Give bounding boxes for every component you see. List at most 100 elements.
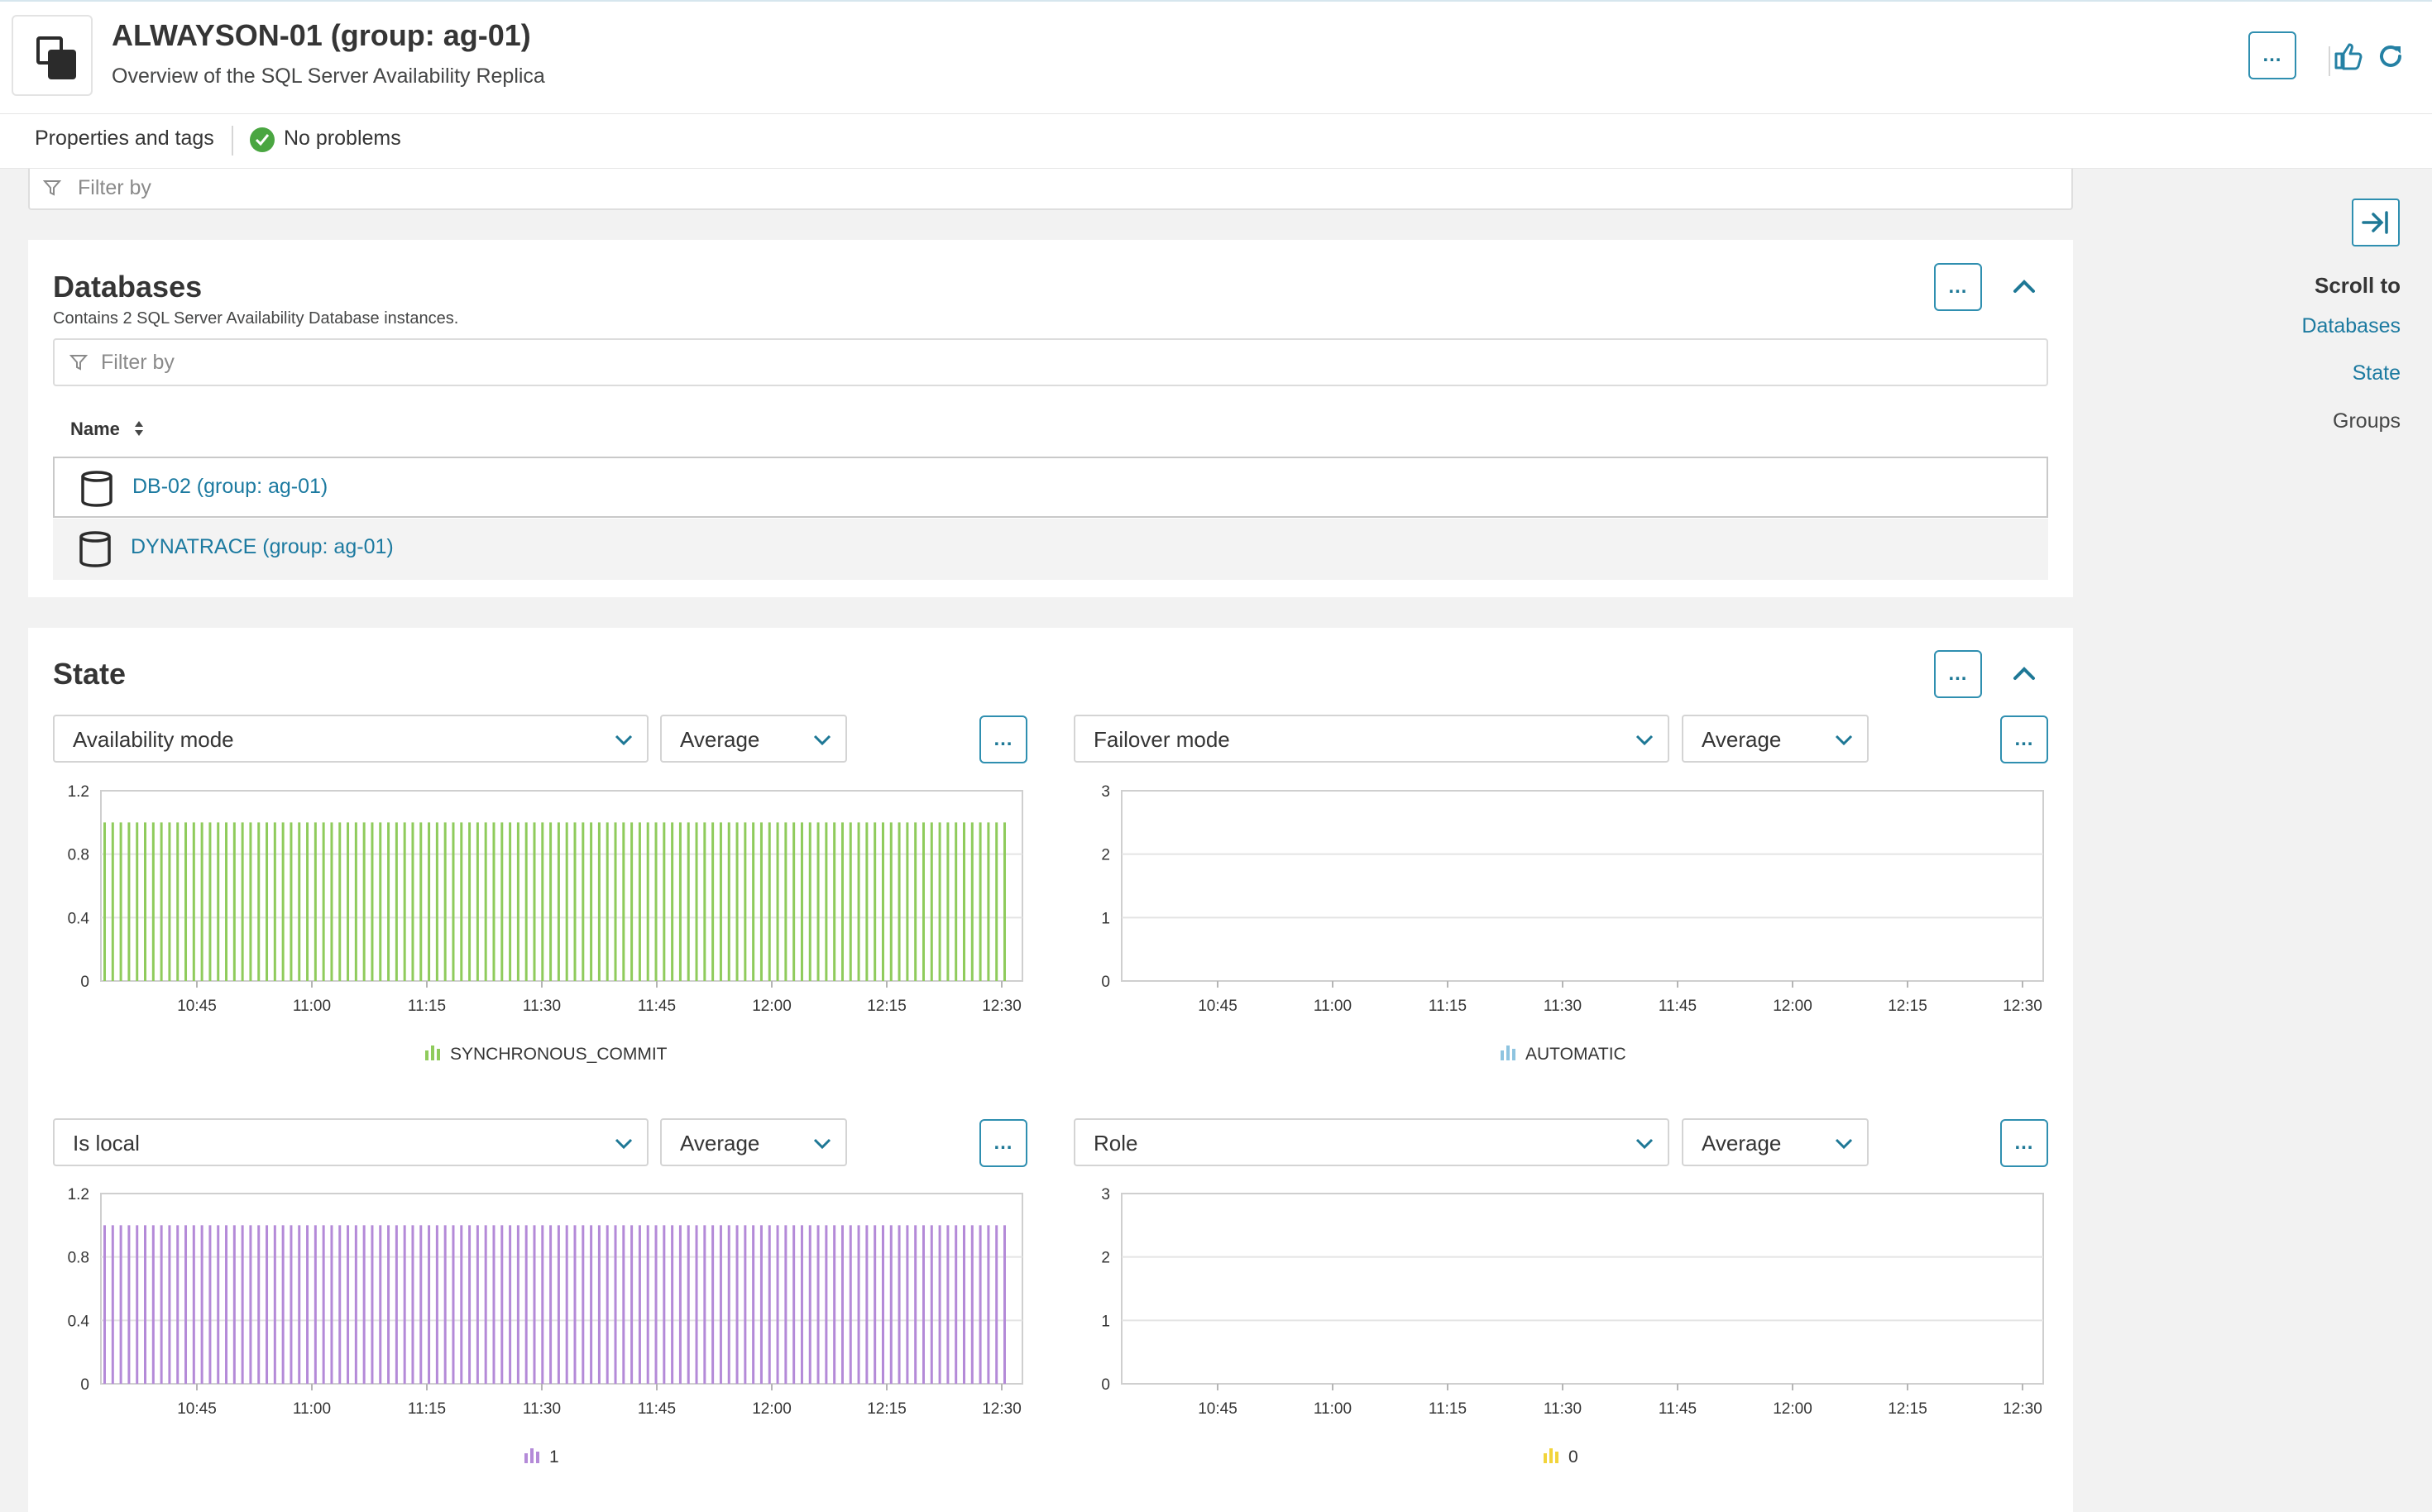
sort-icon	[135, 421, 144, 436]
state-more-button[interactable]: …	[1934, 650, 1982, 698]
scroll-to-groups[interactable]: Groups	[2333, 409, 2401, 433]
chart-bar	[557, 822, 560, 981]
chart-bar	[646, 822, 649, 981]
chart-bar	[792, 822, 796, 981]
chart-bar	[597, 822, 601, 981]
chart-bar	[922, 822, 925, 981]
collapse-chevron-icon[interactable]	[2012, 665, 2037, 686]
column-header-name[interactable]: Name	[70, 419, 145, 440]
chart-bar	[735, 1225, 739, 1384]
thumbs-up-icon[interactable]	[2333, 41, 2364, 75]
x-tick-label: 11:00	[1314, 1400, 1352, 1418]
metric-select-availability-mode[interactable]: Availability mode	[53, 715, 649, 763]
metric-select-failover-mode[interactable]: Failover mode	[1074, 715, 1669, 763]
chart-bar	[492, 1225, 495, 1384]
x-tick-label: 11:45	[1659, 1400, 1697, 1418]
header-more-button[interactable]: …	[2248, 31, 2296, 79]
x-tick-label: 12:15	[867, 1400, 907, 1418]
databases-filter-field[interactable]: Filter by	[53, 338, 2048, 386]
databases-more-button[interactable]: …	[1934, 263, 1982, 311]
chart-bar	[800, 822, 803, 981]
database-icon	[79, 470, 114, 512]
properties-and-tags-link[interactable]: Properties and tags	[35, 127, 214, 151]
scroll-to-databases[interactable]: Databases	[2301, 314, 2401, 338]
chart-bar	[144, 1225, 147, 1384]
refresh-icon[interactable]	[2376, 41, 2406, 75]
database-link[interactable]: DYNATRACE (group: ag-01)	[131, 535, 394, 559]
chart-bar	[217, 1225, 220, 1384]
chart-bar	[590, 1225, 593, 1384]
chart-bar	[347, 1225, 350, 1384]
status-no-problems[interactable]: No problems	[284, 127, 401, 151]
chart-bar	[103, 822, 106, 981]
chart-bar	[565, 822, 568, 981]
chart-bar	[192, 822, 195, 981]
chart-bar	[687, 822, 690, 981]
chart-legend[interactable]: SYNCHRONOUS_COMMIT	[424, 1044, 668, 1065]
chart-bar	[582, 822, 585, 981]
chart-bar	[452, 1225, 455, 1384]
y-tick-label: 2	[1101, 847, 1110, 864]
chart-bar	[476, 822, 479, 981]
scroll-to-state[interactable]: State	[2353, 361, 2401, 385]
chart-more-button[interactable]: …	[2000, 715, 2048, 763]
chart-bar	[874, 822, 877, 981]
chart-bar	[597, 1225, 601, 1384]
chart-bar	[565, 1225, 568, 1384]
chart-bar	[970, 1225, 974, 1384]
chart-more-button[interactable]: …	[2000, 1119, 2048, 1167]
top-filter-field[interactable]: Filter by	[28, 169, 2073, 210]
chevron-down-icon	[614, 730, 634, 754]
chart-bar	[306, 1225, 309, 1384]
chart-more-button[interactable]: …	[979, 1119, 1027, 1167]
table-row[interactable]: DB-02 (group: ag-01)	[53, 457, 2048, 518]
chart-bar	[468, 1225, 472, 1384]
aggregation-select[interactable]: Average	[660, 1118, 847, 1166]
collapse-sidebar-button[interactable]	[2352, 199, 2400, 246]
chart-bar	[241, 1225, 244, 1384]
database-link[interactable]: DB-02 (group: ag-01)	[132, 475, 328, 499]
chart-bar	[865, 822, 869, 981]
chart-legend[interactable]: AUTOMATIC	[1499, 1044, 1626, 1065]
x-tick-label: 11:45	[638, 998, 676, 1015]
metric-select-is-local[interactable]: Is local	[53, 1118, 649, 1166]
x-tick-label: 10:45	[1198, 998, 1238, 1015]
chart-more-button[interactable]: …	[979, 715, 1027, 763]
chart-bar	[127, 822, 131, 981]
chart-bar	[419, 822, 423, 981]
chart-bar	[695, 822, 698, 981]
filter-icon	[69, 354, 89, 375]
chart-bar	[759, 822, 763, 981]
chart-bar	[281, 822, 285, 981]
y-tick-label: 0.8	[68, 1250, 89, 1267]
process-group-icon	[12, 15, 93, 96]
chart-bar	[371, 1225, 374, 1384]
chart-legend[interactable]: 0	[1542, 1447, 1578, 1468]
x-tick-label: 10:45	[177, 998, 217, 1015]
chart-bar	[638, 1225, 641, 1384]
chart-bar	[168, 1225, 171, 1384]
chart-bar	[962, 1225, 965, 1384]
chart-bar	[290, 1225, 293, 1384]
metric-select-role[interactable]: Role	[1074, 1118, 1669, 1166]
x-tick-label: 11:15	[1429, 998, 1467, 1015]
chart-bar	[614, 822, 617, 981]
chart-bar	[354, 1225, 357, 1384]
collapse-chevron-icon[interactable]	[2012, 278, 2037, 299]
chart-bar	[582, 1225, 585, 1384]
chart-bar	[840, 1225, 844, 1384]
chart-bar	[962, 822, 965, 981]
aggregation-select[interactable]: Average	[1682, 715, 1869, 763]
chart-bar	[411, 822, 414, 981]
chart-bar	[290, 822, 293, 981]
table-row[interactable]: DYNATRACE (group: ag-01)	[53, 519, 2048, 580]
x-tick-label: 10:45	[177, 1400, 217, 1418]
x-tick-label: 11:30	[523, 998, 561, 1015]
chart-bar	[979, 822, 982, 981]
aggregation-select[interactable]: Average	[1682, 1118, 1869, 1166]
chart-bar	[176, 822, 180, 981]
chart-legend[interactable]: 1	[523, 1447, 559, 1468]
chart-bar	[703, 1225, 706, 1384]
aggregation-select[interactable]: Average	[660, 715, 847, 763]
chart-bar	[249, 1225, 252, 1384]
